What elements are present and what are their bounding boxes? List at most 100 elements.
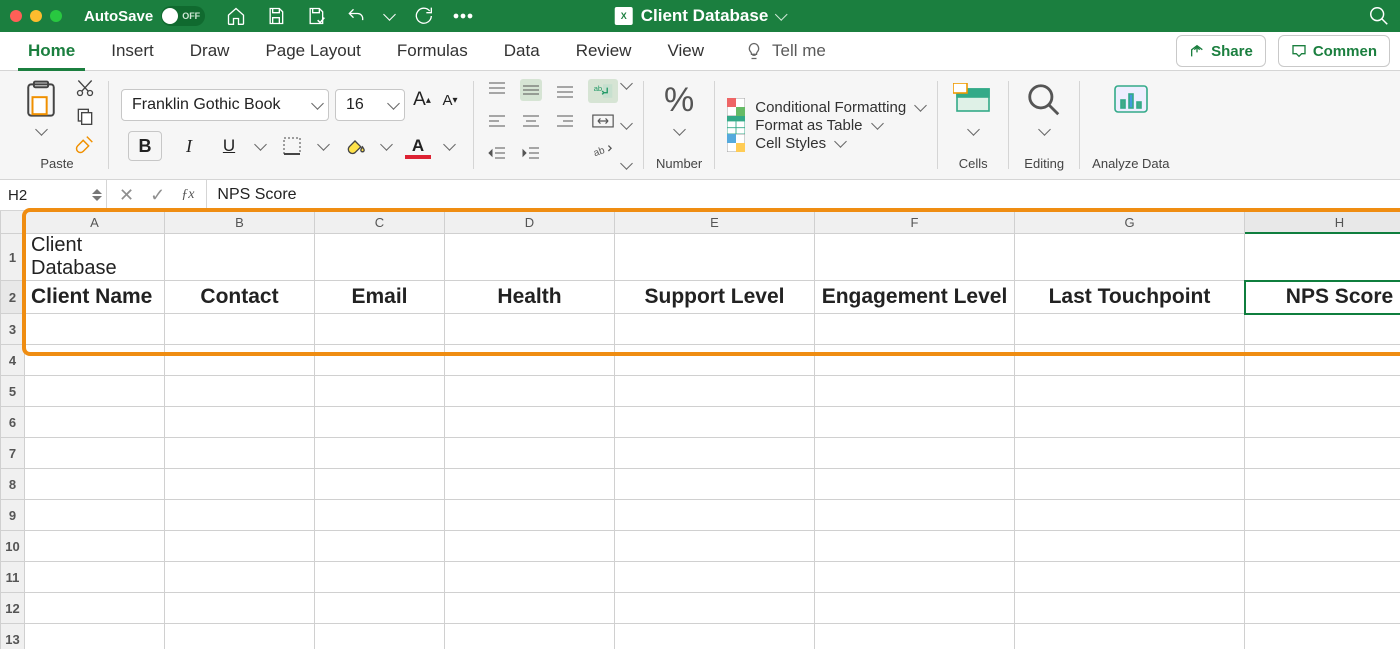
- borders-icon[interactable]: [279, 135, 305, 157]
- col-header-D[interactable]: D: [445, 211, 615, 234]
- underline-more-icon[interactable]: [254, 138, 267, 151]
- cell-H7[interactable]: [1245, 438, 1400, 469]
- row-header-9[interactable]: 9: [1, 500, 25, 531]
- increase-indent-icon[interactable]: [520, 143, 542, 165]
- row-header-2[interactable]: 2: [1, 281, 25, 314]
- cell-F8[interactable]: [815, 469, 1015, 500]
- cell-styles-button[interactable]: Cell Styles: [727, 134, 845, 152]
- cell-B12[interactable]: [165, 593, 315, 624]
- cell-G10[interactable]: [1015, 531, 1245, 562]
- cell-F3[interactable]: [815, 314, 1015, 345]
- align-bottom-icon[interactable]: [554, 79, 576, 101]
- row-header-7[interactable]: 7: [1, 438, 25, 469]
- number-format-button[interactable]: %: [656, 77, 702, 137]
- cell-F6[interactable]: [815, 407, 1015, 438]
- document-title[interactable]: X Client Database: [615, 6, 786, 26]
- cell-G7[interactable]: [1015, 438, 1245, 469]
- cell-D12[interactable]: [445, 593, 615, 624]
- fill-more-icon[interactable]: [380, 138, 393, 151]
- cell-F5[interactable]: [815, 376, 1015, 407]
- orientation-icon[interactable]: ab: [588, 139, 618, 163]
- cell-G11[interactable]: [1015, 562, 1245, 593]
- orient-more-icon[interactable]: [620, 157, 633, 170]
- cell-D4[interactable]: [445, 345, 615, 376]
- confirm-edit-icon[interactable]: ✓: [150, 185, 165, 206]
- underline-button[interactable]: U: [216, 135, 242, 157]
- name-box[interactable]: H2: [0, 180, 107, 210]
- number-chevron-icon[interactable]: [673, 123, 686, 136]
- wrap-text-icon[interactable]: ab: [588, 79, 618, 103]
- row-header-11[interactable]: 11: [1, 562, 25, 593]
- cell-D10[interactable]: [445, 531, 615, 562]
- close-window-icon[interactable]: [10, 10, 22, 22]
- cell-D6[interactable]: [445, 407, 615, 438]
- cell-G3[interactable]: [1015, 314, 1245, 345]
- cell-A10[interactable]: [25, 531, 165, 562]
- cell-H8[interactable]: [1245, 469, 1400, 500]
- col-header-E[interactable]: E: [615, 211, 815, 234]
- cell-H11[interactable]: [1245, 562, 1400, 593]
- tab-data[interactable]: Data: [486, 32, 558, 70]
- borders-more-icon[interactable]: [317, 138, 330, 151]
- cell-B8[interactable]: [165, 469, 315, 500]
- comments-button[interactable]: Commen: [1278, 35, 1390, 67]
- cancel-edit-icon[interactable]: ✕: [119, 185, 134, 206]
- cell-A6[interactable]: [25, 407, 165, 438]
- cell-H3[interactable]: [1245, 314, 1400, 345]
- cell-F4[interactable]: [815, 345, 1015, 376]
- cell-B9[interactable]: [165, 500, 315, 531]
- cell-H12[interactable]: [1245, 593, 1400, 624]
- col-header-C[interactable]: C: [315, 211, 445, 234]
- tab-page-layout[interactable]: Page Layout: [247, 32, 378, 70]
- select-all-corner[interactable]: [1, 211, 25, 234]
- cell-D1[interactable]: [445, 234, 615, 281]
- cell-G9[interactable]: [1015, 500, 1245, 531]
- cell-H2[interactable]: NPS Score: [1245, 281, 1400, 314]
- cell-C2[interactable]: Email: [315, 281, 445, 314]
- cell-A12[interactable]: [25, 593, 165, 624]
- cell-A4[interactable]: [25, 345, 165, 376]
- align-middle-icon[interactable]: [520, 79, 542, 101]
- col-header-B[interactable]: B: [165, 211, 315, 234]
- cell-B2[interactable]: Contact: [165, 281, 315, 314]
- align-center-icon[interactable]: [520, 111, 542, 133]
- autosave-toggle[interactable]: OFF: [161, 6, 205, 26]
- cell-D3[interactable]: [445, 314, 615, 345]
- save-icon[interactable]: [265, 5, 287, 27]
- align-left-icon[interactable]: [486, 111, 508, 133]
- maximize-window-icon[interactable]: [50, 10, 62, 22]
- cell-B10[interactable]: [165, 531, 315, 562]
- italic-button[interactable]: I: [176, 135, 202, 157]
- undo-icon[interactable]: [345, 5, 367, 27]
- cell-E1[interactable]: [615, 234, 815, 281]
- autosave-control[interactable]: AutoSave OFF: [84, 6, 205, 26]
- cell-A8[interactable]: [25, 469, 165, 500]
- cell-A5[interactable]: [25, 376, 165, 407]
- cell-E5[interactable]: [615, 376, 815, 407]
- cell-A2[interactable]: Client Name: [25, 281, 165, 314]
- cell-A7[interactable]: [25, 438, 165, 469]
- cell-C6[interactable]: [315, 407, 445, 438]
- cell-E8[interactable]: [615, 469, 815, 500]
- cell-D7[interactable]: [445, 438, 615, 469]
- cell-H5[interactable]: [1245, 376, 1400, 407]
- col-header-A[interactable]: A: [25, 211, 165, 234]
- col-header-H[interactable]: H: [1245, 211, 1400, 234]
- cell-C3[interactable]: [315, 314, 445, 345]
- cell-H10[interactable]: [1245, 531, 1400, 562]
- save-copy-icon[interactable]: [305, 5, 327, 27]
- editing-button[interactable]: [1021, 77, 1067, 137]
- paste-chevron-icon[interactable]: [35, 123, 48, 136]
- cell-B4[interactable]: [165, 345, 315, 376]
- row-header-8[interactable]: 8: [1, 469, 25, 500]
- grow-font-icon[interactable]: A▴: [411, 89, 433, 111]
- cell-E3[interactable]: [615, 314, 815, 345]
- font-family-combo[interactable]: Franklin Gothic Book: [121, 89, 329, 121]
- name-box-spinner[interactable]: [92, 189, 102, 201]
- home-icon[interactable]: [225, 5, 247, 27]
- tab-review[interactable]: Review: [558, 32, 650, 70]
- cell-B7[interactable]: [165, 438, 315, 469]
- window-controls[interactable]: [10, 10, 62, 22]
- row-header-10[interactable]: 10: [1, 531, 25, 562]
- cell-G5[interactable]: [1015, 376, 1245, 407]
